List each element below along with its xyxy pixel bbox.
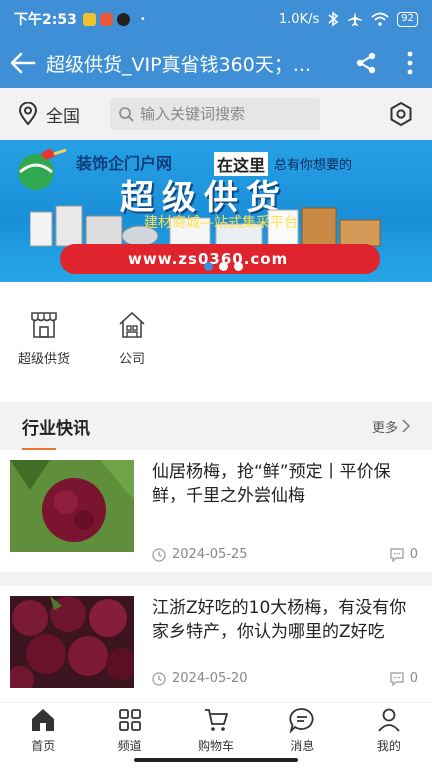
clock-icon [152,547,166,562]
more-news-link[interactable]: 更多 [372,417,410,436]
network-speed: 1.0K/s [278,11,320,27]
article-meta: 2024-05-20 0 [152,671,418,686]
comment-count: 0 [409,547,418,562]
quick-link-company[interactable]: 公司 [88,310,176,402]
article-body: 仙居杨梅，抢“鲜”预定丨平价保鲜，千里之外尝仙梅 2024-05-25 0 [152,460,418,562]
article-meta: 2024-05-25 0 [152,547,418,562]
store-icon [31,312,57,338]
article-date-text: 2024-05-25 [172,547,248,562]
search-input[interactable] [140,105,310,123]
share-icon [356,52,376,74]
tab-label: 购物车 [198,739,235,753]
news-heading: 行业快讯 [22,414,90,451]
bayberry-image [10,596,134,688]
wifi-icon [371,12,389,26]
location-label: 全国 [46,106,80,127]
article-comments: 0 [390,671,418,686]
app-notification-icon [82,12,96,26]
bayberry-image [10,460,134,552]
tab-label: 消息 [290,739,315,753]
globe-logo-icon [18,148,67,190]
more-label: 更多 [371,420,398,436]
industry-news-section: 行业快讯 更多 仙居杨梅，抢“鲜”预定丨平价保鲜，千里之外尝仙梅 2024-05… [0,402,432,702]
user-icon [378,708,400,732]
article-body: 江浙Z好吃的10大杨梅，有没有你家乡特产，你认为哪里的Z好吃 2024-05-2… [152,596,418,692]
quick-link-super-supply[interactable]: 超级供货 [0,310,88,402]
message-icon [289,708,314,733]
article-title: 仙居杨梅，抢“鲜”预定丨平价保鲜，千里之外尝仙梅 [152,462,391,506]
company-icon [119,311,145,338]
news-article[interactable]: 江浙Z好吃的10大杨梅，有没有你家乡特产，你认为哪里的Z好吃 2024-05-2… [0,586,432,702]
title-bar: 超级供货_VIP真省钱360天；... [0,38,432,88]
location-selector[interactable]: 全国 [0,102,110,127]
article-date-text: 2024-05-20 [172,671,248,686]
bluetooth-icon [328,11,339,27]
home-icon [32,709,55,731]
tab-mine[interactable]: 我的 [346,703,432,768]
carousel-indicator [204,262,243,271]
carousel-dot[interactable] [204,262,213,271]
arrow-left-icon [10,52,36,74]
app-notification-icon [99,12,113,26]
article-date: 2024-05-20 [152,671,248,686]
back-button[interactable] [0,38,46,88]
article-title: 江浙Z好吃的10大杨梅，有没有你家乡特产，你认为哪里的Z好吃 [152,598,407,642]
share-button[interactable] [344,38,388,88]
promo-banner[interactable]: 装饰企门户网 在这里 总有你想要的 超级供货 建材商城—站式集采平台 www.z… [0,140,432,282]
location-pin-icon [18,102,38,126]
search-icon [119,107,134,122]
tab-home[interactable]: 首页 [0,703,86,768]
status-bar: 下午2:53 • 1.0K/s 92 [0,0,432,38]
article-date: 2024-05-25 [152,547,248,562]
cart-icon [205,709,228,731]
banner-subtitle: 建材商城—站式集采平台 [144,215,298,231]
clock-icon [152,671,166,686]
airplane-icon [348,12,363,26]
search-bar: 全国 [0,88,432,140]
scan-button[interactable] [386,99,416,129]
tab-label: 首页 [31,739,56,753]
carousel-dot[interactable] [234,262,243,271]
more-menu-button[interactable] [388,38,432,88]
dot-icon: • [139,13,146,25]
quick-links: 超级供货 公司 [0,282,432,402]
more-vertical-icon [407,51,413,75]
tab-label: 频道 [117,739,142,753]
article-comments: 0 [390,547,418,562]
grid-icon [118,709,141,731]
home-indicator[interactable] [134,758,298,762]
hexagon-settings-icon [390,101,412,127]
tab-label: 我的 [376,739,401,753]
search-box[interactable] [110,98,320,130]
comment-count: 0 [409,671,418,686]
news-article[interactable]: 仙居杨梅，抢“鲜”预定丨平价保鲜，千里之外尝仙梅 2024-05-25 0 [0,450,432,572]
comment-icon [390,671,404,686]
chevron-right-icon [402,419,410,433]
carousel-dot[interactable] [219,262,228,271]
quick-link-label: 公司 [118,352,145,367]
comment-icon [390,547,404,562]
qq-icon [116,12,130,26]
news-header: 行业快讯 更多 [0,402,432,451]
quick-link-label: 超级供货 [17,352,70,367]
page-title: 超级供货_VIP真省钱360天；... [46,53,311,76]
battery-indicator: 92 [397,11,418,27]
status-time: 下午2:53 [14,12,77,28]
